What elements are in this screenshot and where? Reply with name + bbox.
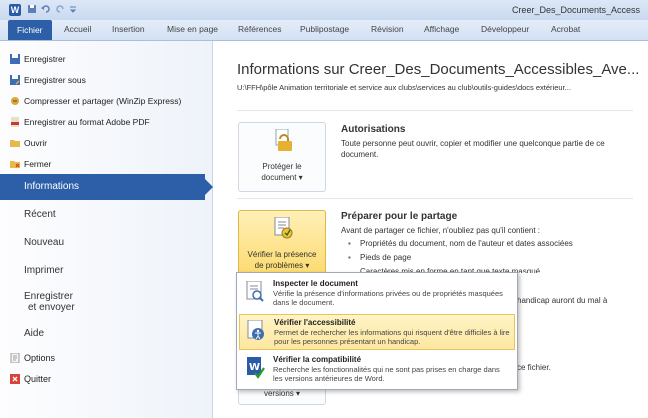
versions-partial-text: ce fichier. [517, 363, 551, 372]
open-folder-icon [10, 140, 20, 147]
check-issues-button[interactable]: Vérifier la présence de problèmes ▾ [238, 210, 326, 280]
check-document-icon [274, 217, 293, 239]
compatibility-icon: W [247, 357, 265, 379]
check-issues-label-1: Vérifier la présence [247, 250, 317, 259]
menu-informations[interactable]: Informations [0, 174, 213, 200]
winzip-icon [11, 97, 19, 105]
close-folder-icon [10, 161, 20, 168]
tab-developpeur[interactable]: Développeur [481, 24, 529, 34]
check-issues-dropdown: Inspecter le document Vérifie la présenc… [236, 272, 518, 390]
tab-references[interactable]: Références [238, 24, 281, 34]
dropdown-item-title: Vérifier la compatibilité [273, 355, 362, 364]
menu-ouvrir[interactable]: Ouvrir [10, 138, 48, 148]
prepare-bullet: Propriétés du document, nom de l'auteur … [348, 239, 573, 248]
lock-icon [275, 129, 292, 151]
page-title: Informations sur Creer_Des_Documents_Acc… [237, 61, 640, 78]
menu-enregistrer-envoyer-line1: Enregistrer [24, 291, 73, 302]
window-title: Creer_Des_Documents_Access [511, 5, 640, 15]
menu-enregistrer-envoyer-line2: et envoyer [28, 302, 75, 313]
tab-revision[interactable]: Révision [371, 24, 404, 34]
tab-publipostage[interactable]: Publipostage [300, 24, 349, 34]
svg-text:W: W [249, 362, 260, 373]
options-icon [10, 353, 20, 363]
divider [237, 110, 633, 111]
tab-accueil[interactable]: Accueil [64, 24, 91, 34]
menu-options[interactable]: Options [10, 353, 56, 363]
protect-document-label-2: document ▾ [261, 173, 303, 182]
dropdown-inspect-document[interactable]: Inspecter le document Vérifie la présenc… [239, 276, 513, 310]
menu-ouvrir-label: Ouvrir [24, 138, 48, 148]
dropdown-item-title: Inspecter le document [273, 279, 358, 288]
dropdown-item-desc: Permet de rechercher les informations qu… [274, 328, 510, 346]
divider [237, 198, 633, 199]
prepare-bullet: Pieds de page [348, 253, 411, 262]
dropdown-item-title: Vérifier l'accessibilité [274, 318, 356, 327]
check-issues-label-2: de problèmes ▾ [254, 261, 310, 270]
menu-fermer[interactable]: Fermer [10, 159, 52, 169]
save-icon [10, 54, 20, 64]
prepare-text: Avant de partager ce fichier, n'oubliez … [341, 226, 541, 235]
title-bar: W Creer_Des_Documents_Access [0, 0, 648, 20]
menu-compresser-partager-label: Compresser et partager (WinZip Express) [24, 96, 182, 106]
save-as-icon [10, 75, 20, 85]
menu-enregistrer-envoyer[interactable]: Enregistrer et envoyer [24, 291, 75, 313]
dropdown-check-compatibility[interactable]: W Vérifier la compatibilité Recherche le… [239, 352, 513, 386]
menu-nouveau[interactable]: Nouveau [24, 237, 64, 248]
protect-document-button[interactable]: Protéger le document ▾ [238, 122, 326, 192]
protect-document-label-1: Protéger le [262, 162, 302, 171]
word-logo-icon: W [9, 4, 21, 16]
menu-options-label: Options [24, 353, 56, 363]
redo-icon[interactable] [55, 4, 65, 14]
tab-fichier[interactable]: Fichier [8, 20, 52, 40]
dropdown-check-accessibility[interactable]: Vérifier l'accessibilité Permet de reche… [239, 314, 515, 350]
tab-mise-en-page[interactable]: Mise en page [167, 24, 218, 34]
menu-fermer-label: Fermer [24, 159, 52, 169]
dropdown-item-desc: Recherche les fonctionnalités qui ne son… [273, 365, 500, 383]
backstage-sidebar: Enregistrer Enregistrer sous Compresser … [0, 41, 213, 418]
menu-enregistrer-sous[interactable]: Enregistrer sous [10, 75, 86, 85]
menu-aide[interactable]: Aide [24, 328, 44, 339]
customize-toolbar-icon[interactable] [68, 4, 78, 14]
ribbon-tabs: Fichier Accueil Insertion Mise en page R… [0, 20, 648, 41]
menu-enregistrer-sous-label: Enregistrer sous [24, 75, 86, 85]
dropdown-item-desc: Vérifie la présence d'informations privé… [273, 289, 503, 307]
exit-icon [10, 374, 20, 384]
menu-compresser-partager[interactable]: Compresser et partager (WinZip Express) [11, 96, 182, 106]
menu-enregistrer-pdf[interactable]: Enregistrer au format Adobe PDF [11, 117, 150, 127]
menu-quitter[interactable]: Quitter [10, 374, 52, 384]
menu-enregistrer-label: Enregistrer [24, 54, 66, 64]
tab-affichage[interactable]: Affichage [424, 24, 459, 34]
menu-enregistrer-pdf-label: Enregistrer au format Adobe PDF [24, 117, 150, 127]
inspect-document-icon [246, 281, 264, 302]
undo-icon[interactable] [41, 4, 51, 14]
menu-enregistrer[interactable]: Enregistrer [10, 54, 66, 64]
permissions-text: Toute personne peut ouvrir, copier et mo… [341, 139, 605, 159]
prepare-title: Préparer pour le partage [341, 211, 458, 222]
save-icon[interactable] [27, 4, 37, 14]
menu-informations-label: Informations [24, 181, 80, 192]
menu-quitter-label: Quitter [24, 374, 52, 384]
file-path: U:\FFH\pôle Animation territoriale et se… [237, 83, 571, 92]
permissions-title: Autorisations [341, 124, 406, 135]
pdf-icon [11, 117, 19, 127]
prepare-partial-text: handicap auront du mal à [517, 296, 608, 305]
tab-insertion[interactable]: Insertion [112, 24, 145, 34]
accessibility-icon [247, 320, 264, 340]
menu-imprimer[interactable]: Imprimer [24, 265, 63, 276]
tab-acrobat[interactable]: Acrobat [551, 24, 580, 34]
menu-recent[interactable]: Récent [24, 209, 56, 220]
